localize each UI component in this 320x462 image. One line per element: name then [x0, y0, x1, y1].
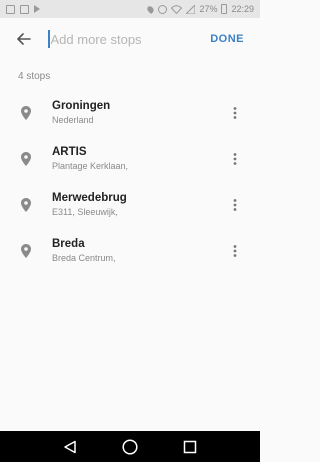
app-bar: DONE: [0, 18, 260, 60]
nav-back-button[interactable]: [55, 433, 85, 461]
clock: 22:29: [231, 4, 254, 14]
data-saver-icon: [158, 4, 168, 14]
more-vertical-icon: [233, 107, 237, 119]
text-cursor: [48, 30, 50, 48]
recents-square-icon: [183, 440, 197, 453]
nav-home-button[interactable]: [115, 433, 145, 461]
image-icon: [6, 4, 15, 14]
stop-menu-button[interactable]: [210, 185, 260, 225]
back-triangle-icon: [64, 440, 76, 453]
stop-name: Breda: [52, 238, 85, 250]
more-vertical-icon: [233, 153, 237, 165]
done-button[interactable]: DONE: [202, 33, 260, 45]
stop-name: Merwedebrug: [52, 192, 127, 204]
location-pin-icon: [0, 106, 52, 120]
stops-list: Groningen Nederland ARTIS Plantage Kerkl…: [0, 90, 260, 274]
stop-text: Breda Breda Centrum,: [52, 237, 210, 265]
stop-item[interactable]: Merwedebrug E311, Sleeuwijk,: [0, 182, 260, 228]
stops-count: 4 stops: [18, 71, 51, 82]
stop-menu-button[interactable]: [210, 231, 260, 271]
stop-subtitle: Plantage Kerklaan,: [52, 161, 129, 171]
status-bar-system: 27% 22:29: [146, 4, 254, 14]
status-bar: 27% 22:29: [0, 0, 260, 18]
add-stops-input[interactable]: [50, 31, 201, 47]
home-circle-icon: [122, 438, 138, 455]
location-icon: [146, 4, 156, 14]
stop-item[interactable]: ARTIS Plantage Kerklaan,: [0, 136, 260, 182]
more-vertical-icon: [233, 245, 237, 257]
stop-subtitle: Nederland: [52, 115, 94, 125]
stop-text: Groningen Nederland: [52, 99, 210, 127]
stop-item[interactable]: Breda Breda Centrum,: [0, 228, 260, 274]
system-nav-bar: [0, 431, 260, 462]
more-vertical-icon: [233, 199, 237, 211]
stop-name: ARTIS: [52, 146, 87, 158]
arrow-left-icon: [17, 33, 31, 45]
play-store-icon: [34, 5, 41, 13]
stop-name: Groningen: [52, 100, 111, 112]
stop-text: Merwedebrug E311, Sleeuwijk,: [52, 191, 210, 219]
gallery-icon: [20, 4, 29, 14]
location-pin-icon: [0, 152, 52, 166]
battery-percent: 27%: [199, 4, 218, 14]
stop-subtitle: E311, Sleeuwijk,: [52, 207, 118, 217]
back-button[interactable]: [0, 18, 48, 60]
battery-icon: [221, 4, 228, 14]
stop-subtitle: Breda Centrum,: [52, 253, 116, 263]
status-bar-notifications: [6, 4, 41, 14]
stop-text: ARTIS Plantage Kerklaan,: [52, 145, 210, 173]
stop-menu-button[interactable]: [210, 93, 260, 133]
signal-icon: [186, 4, 196, 14]
stop-menu-button[interactable]: [210, 139, 260, 179]
nav-recents-button[interactable]: [175, 433, 205, 461]
location-pin-icon: [0, 198, 52, 212]
stop-item[interactable]: Groningen Nederland: [0, 90, 260, 136]
wifi-icon: [171, 4, 183, 14]
location-pin-icon: [0, 244, 52, 258]
search-field: [48, 18, 202, 60]
